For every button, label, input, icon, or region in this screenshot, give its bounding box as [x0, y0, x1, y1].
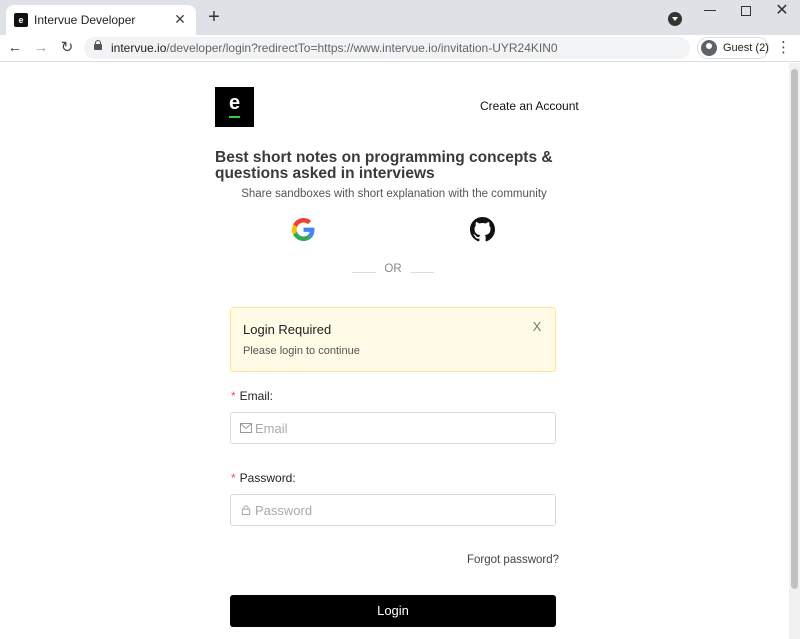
url-host: intervue.io	[111, 41, 167, 55]
alert-close-icon[interactable]: X	[531, 320, 543, 333]
close-window-icon[interactable]: ✕	[772, 1, 792, 21]
profile-label: Guest (2)	[723, 42, 769, 54]
minimize-window-icon[interactable]	[704, 10, 716, 11]
email-label: * Email:	[231, 389, 273, 403]
reload-icon[interactable]: ↻	[58, 38, 76, 58]
tab-search-icon[interactable]	[668, 12, 682, 26]
page-scrollbar[interactable]	[789, 63, 800, 639]
login-button[interactable]: Login	[230, 595, 556, 627]
browser-menu-icon[interactable]: ⋮	[776, 38, 791, 58]
back-arrow-icon[interactable]: ←	[6, 38, 24, 58]
tab-close-icon[interactable]: ✕	[172, 11, 188, 27]
page-subheadline: Share sandboxes with short explanation w…	[241, 188, 547, 200]
email-input[interactable]	[255, 413, 545, 443]
intervue-favicon-icon: e	[14, 13, 28, 27]
profile-button[interactable]: Guest (2)	[697, 37, 769, 59]
url-text[interactable]: intervue.io/developer/login?redirectTo=h…	[111, 41, 558, 55]
browser-tab-strip: e Intervue Developer ✕ + ✕	[0, 0, 800, 35]
email-field[interactable]	[230, 412, 556, 444]
new-tab-button[interactable]: +	[204, 7, 224, 28]
page-headline: Best short notes on programming concepts…	[215, 149, 553, 182]
browser-tab[interactable]: e Intervue Developer ✕	[6, 5, 196, 35]
scrollbar-thumb[interactable]	[791, 69, 798, 589]
tab-title: Intervue Developer	[34, 13, 136, 27]
github-icon	[470, 217, 495, 242]
google-icon	[292, 218, 315, 241]
maximize-window-icon[interactable]	[741, 6, 751, 16]
browser-toolbar: ← → ↻ intervue.io/developer/login?redire…	[0, 35, 800, 62]
login-required-alert: Login Required Please login to continue …	[230, 307, 556, 372]
avatar-icon	[701, 40, 717, 56]
alert-title: Login Required	[243, 322, 332, 337]
password-label: * Password:	[231, 471, 296, 485]
password-input[interactable]	[255, 495, 545, 525]
password-field[interactable]	[230, 494, 556, 526]
google-login-button[interactable]	[292, 218, 315, 241]
mail-icon	[240, 423, 252, 433]
lock-icon[interactable]	[94, 40, 102, 50]
github-login-button[interactable]	[470, 217, 495, 242]
required-mark: *	[231, 389, 236, 403]
alert-description: Please login to continue	[243, 345, 360, 357]
or-separator: OR	[352, 263, 434, 277]
logo-accent-bar	[229, 116, 240, 118]
required-mark: *	[231, 471, 236, 485]
separator-line-right	[410, 272, 434, 273]
create-account-link[interactable]: Create an Account	[480, 99, 579, 113]
email-label-text: Email:	[239, 389, 274, 403]
forward-arrow-icon[interactable]: →	[32, 38, 50, 58]
intervue-logo[interactable]: e	[215, 87, 254, 127]
logo-letter: e	[228, 92, 241, 114]
or-text: OR	[384, 263, 402, 275]
login-page: e Create an Account Best short notes on …	[0, 63, 789, 639]
url-path: /developer/login?redirectTo=https://www.…	[166, 41, 558, 55]
password-label-text: Password:	[239, 471, 296, 485]
address-bar[interactable]: intervue.io/developer/login?redirectTo=h…	[84, 37, 690, 59]
forgot-password-link[interactable]: Forgot password?	[467, 554, 559, 566]
lock-icon	[241, 505, 251, 515]
